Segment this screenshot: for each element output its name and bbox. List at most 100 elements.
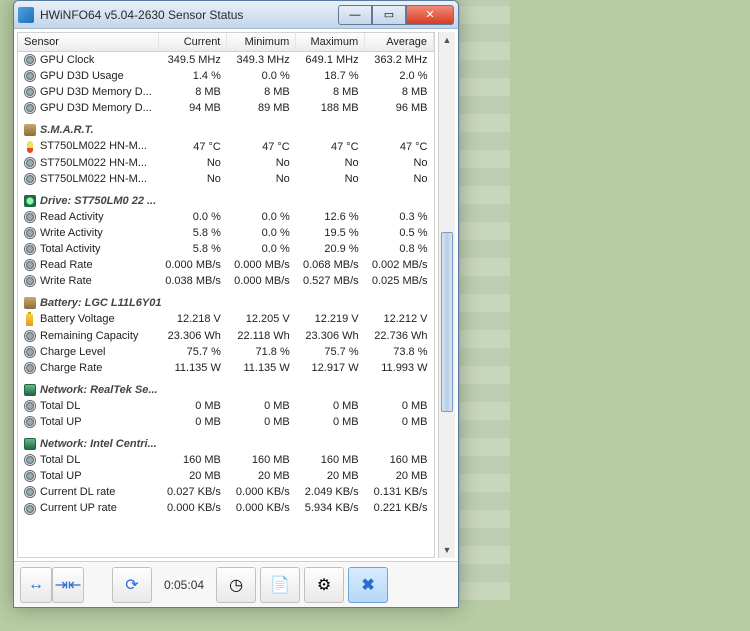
vertical-scrollbar[interactable]: ▲ ▼ xyxy=(438,32,455,558)
sensor-label: Charge Level xyxy=(40,346,105,358)
cell-max: 0 MB xyxy=(296,414,365,430)
col-current[interactable]: Current xyxy=(158,33,227,52)
sensor-label: Read Activity xyxy=(40,211,104,223)
gear-icon xyxy=(24,416,36,428)
col-sensor[interactable]: Sensor xyxy=(18,33,158,52)
window-title: HWiNFO64 v5.04-2630 Sensor Status xyxy=(40,8,338,22)
table-row[interactable]: ST750LM022 HN-M...47 °C47 °C47 °C47 °C xyxy=(18,138,434,154)
sensor-label: Total DL xyxy=(40,400,80,412)
settings-button[interactable]: ⚙ xyxy=(304,567,344,603)
titlebar[interactable]: HWiNFO64 v5.04-2630 Sensor Status — ▭ ✕ xyxy=(14,1,458,29)
table-row[interactable]: ST750LM022 HN-M...NoNoNoNo xyxy=(18,171,434,187)
cell-cur: No xyxy=(158,155,227,171)
group-label: Drive: ST750LM0 22 ... xyxy=(40,195,156,207)
cell-max: 20 MB xyxy=(296,468,365,484)
sensor-label: Battery Voltage xyxy=(40,313,115,325)
table-row[interactable]: Total DL0 MB0 MB0 MB0 MB xyxy=(18,398,434,414)
cell-avg: 12.212 V xyxy=(365,311,434,327)
net-icon xyxy=(24,384,36,396)
clock-button[interactable]: ◷ xyxy=(216,567,256,603)
table-row[interactable]: Current UP rate0.000 KB/s0.000 KB/s5.934… xyxy=(18,500,434,516)
cell-min: 349.3 MHz xyxy=(227,52,296,69)
cell-max: 12.219 V xyxy=(296,311,365,327)
table-row[interactable]: Charge Level75.7 %71.8 %75.7 %73.8 % xyxy=(18,344,434,360)
expand-all-button[interactable]: ↔ xyxy=(20,567,52,603)
cell-max: 649.1 MHz xyxy=(296,52,365,69)
table-row[interactable]: Write Rate0.038 MB/s0.000 MB/s0.527 MB/s… xyxy=(18,273,434,289)
cell-avg: 20 MB xyxy=(365,468,434,484)
gear-icon xyxy=(24,346,36,358)
table-row[interactable]: Charge Rate11.135 W11.135 W12.917 W11.99… xyxy=(18,360,434,376)
table-row[interactable]: Total UP0 MB0 MB0 MB0 MB xyxy=(18,414,434,430)
sensor-label: Remaining Capacity xyxy=(40,330,138,342)
maximize-button[interactable]: ▭ xyxy=(372,5,406,25)
cell-min: 8 MB xyxy=(227,84,296,100)
table-row[interactable]: GPU D3D Usage1.4 %0.0 %18.7 %2.0 % xyxy=(18,68,434,84)
sensor-label: Total DL xyxy=(40,454,80,466)
sensor-label: Total Activity xyxy=(40,243,101,255)
collapse-all-button[interactable]: ⇥⇤ xyxy=(52,567,84,603)
cell-max: 0 MB xyxy=(296,398,365,414)
table-row[interactable]: Battery Voltage12.218 V12.205 V12.219 V1… xyxy=(18,311,434,327)
close-button[interactable]: ✕ xyxy=(406,5,454,25)
col-minimum[interactable]: Minimum xyxy=(227,33,296,52)
group-header[interactable]: Network: Intel Centri... xyxy=(18,430,434,452)
cell-avg: 0.5 % xyxy=(365,225,434,241)
group-header[interactable]: S.M.A.R.T. xyxy=(18,116,434,138)
minimize-button[interactable]: — xyxy=(338,5,372,25)
gear-icon xyxy=(24,275,36,287)
cell-avg: No xyxy=(365,155,434,171)
table-row[interactable]: Write Activity5.8 %0.0 %19.5 %0.5 % xyxy=(18,225,434,241)
cell-max: 12.6 % xyxy=(296,209,365,225)
close-sensors-button[interactable]: ✖ xyxy=(348,567,388,603)
cell-max: 0.068 MB/s xyxy=(296,257,365,273)
gear-icon xyxy=(24,211,36,223)
cell-avg: 0 MB xyxy=(365,398,434,414)
cell-avg: 0.025 MB/s xyxy=(365,273,434,289)
cell-avg: 363.2 MHz xyxy=(365,52,434,69)
table-row[interactable]: Total UP20 MB20 MB20 MB20 MB xyxy=(18,468,434,484)
header-row: Sensor Current Minimum Maximum Average xyxy=(18,33,434,52)
cell-cur: 47 °C xyxy=(158,138,227,154)
sensor-label: GPU Clock xyxy=(40,54,94,66)
table-row[interactable]: Read Activity0.0 %0.0 %12.6 %0.3 % xyxy=(18,209,434,225)
col-maximum[interactable]: Maximum xyxy=(296,33,365,52)
cell-min: 0.000 MB/s xyxy=(227,257,296,273)
col-average[interactable]: Average xyxy=(365,33,434,52)
group-header[interactable]: Network: RealTek Se... xyxy=(18,376,434,398)
group-header[interactable]: Battery: LGC L11L6Y01 xyxy=(18,289,434,311)
cell-cur: 1.4 % xyxy=(158,68,227,84)
table-row[interactable]: Read Rate0.000 MB/s0.000 MB/s0.068 MB/s0… xyxy=(18,257,434,273)
cell-max: 8 MB xyxy=(296,84,365,100)
table-row[interactable]: GPU D3D Memory D...94 MB89 MB188 MB96 MB xyxy=(18,100,434,116)
cell-max: 12.917 W xyxy=(296,360,365,376)
group-header[interactable]: Drive: ST750LM0 22 ... xyxy=(18,187,434,209)
table-row[interactable]: Remaining Capacity23.306 Wh22.118 Wh23.3… xyxy=(18,328,434,344)
gdisk-icon xyxy=(24,195,36,207)
background-clutter xyxy=(460,0,510,600)
table-row[interactable]: Total DL160 MB160 MB160 MB160 MB xyxy=(18,452,434,468)
cell-cur: 0.000 KB/s xyxy=(158,500,227,516)
gear-icon xyxy=(24,362,36,374)
cell-max: 5.934 KB/s xyxy=(296,500,365,516)
arrows-out-icon: ↔ xyxy=(28,576,44,594)
refresh-button[interactable]: ⟳ xyxy=(112,567,152,603)
gear-icon xyxy=(24,486,36,498)
cell-avg: 73.8 % xyxy=(365,344,434,360)
scroll-thumb[interactable] xyxy=(441,232,453,412)
net-icon xyxy=(24,438,36,450)
cell-min: 20 MB xyxy=(227,468,296,484)
scroll-down-icon[interactable]: ▼ xyxy=(439,542,455,558)
log-button[interactable]: 📄 xyxy=(260,567,300,603)
table-row[interactable]: GPU Clock349.5 MHz349.3 MHz649.1 MHz363.… xyxy=(18,52,434,69)
table-row[interactable]: ST750LM022 HN-M...NoNoNoNo xyxy=(18,155,434,171)
table-row[interactable]: Current DL rate0.027 KB/s0.000 KB/s2.049… xyxy=(18,484,434,500)
scroll-up-icon[interactable]: ▲ xyxy=(439,32,455,48)
sensor-table: Sensor Current Minimum Maximum Average G… xyxy=(18,33,434,517)
sensor-table-wrap[interactable]: Sensor Current Minimum Maximum Average G… xyxy=(17,32,435,558)
cell-cur: 0.038 MB/s xyxy=(158,273,227,289)
disk-icon xyxy=(24,124,36,136)
table-row[interactable]: Total Activity5.8 %0.0 %20.9 %0.8 % xyxy=(18,241,434,257)
cell-max: 18.7 % xyxy=(296,68,365,84)
table-row[interactable]: GPU D3D Memory D...8 MB8 MB8 MB8 MB xyxy=(18,84,434,100)
